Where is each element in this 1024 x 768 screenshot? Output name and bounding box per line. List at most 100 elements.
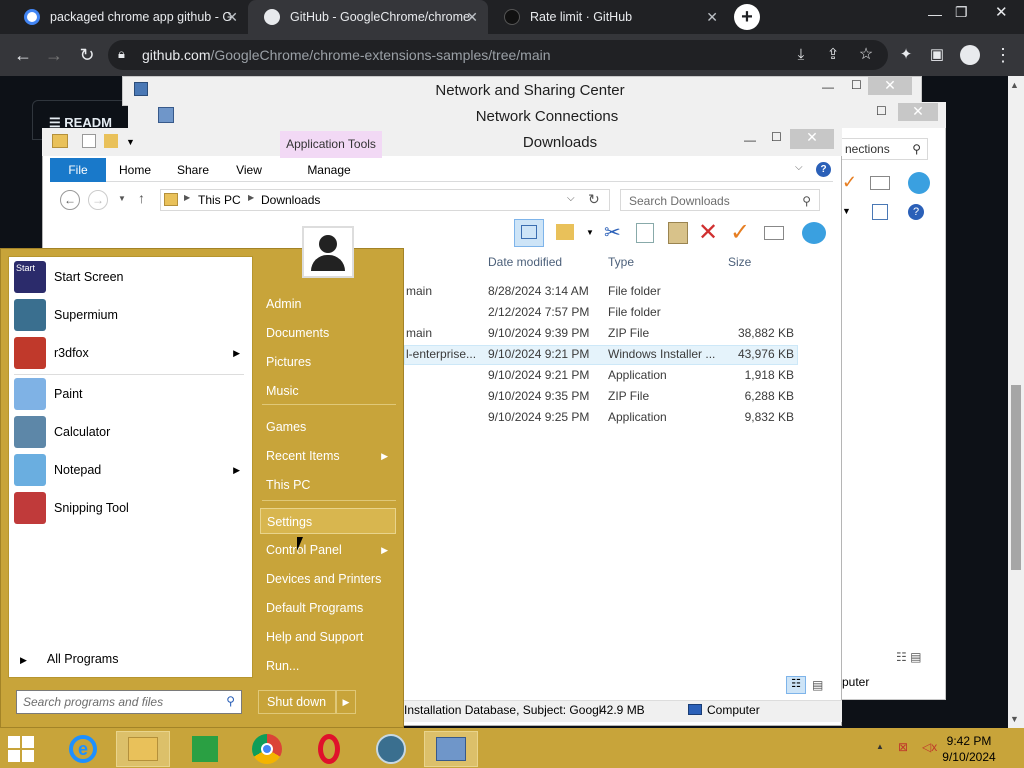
taskbar-file-explorer[interactable] <box>116 731 170 767</box>
program-item[interactable]: Snipping Tool <box>10 490 252 526</box>
taskbar-store[interactable] <box>178 731 232 767</box>
tab-search[interactable]: packaged chrome app github - G ✕ <box>8 0 248 34</box>
side-panel-icon[interactable]: ▣ <box>926 44 948 66</box>
close-icon[interactable]: ✕ <box>226 9 238 26</box>
tray-expand-icon[interactable]: ▲ <box>876 742 884 751</box>
column-size[interactable]: Size <box>728 255 751 269</box>
details-view-icon[interactable]: ☷ ▤ <box>896 650 921 664</box>
maximize-icon[interactable]: ☐ <box>851 78 862 92</box>
help-icon[interactable]: ? <box>908 204 924 220</box>
close-icon[interactable]: ✕ <box>995 3 1008 21</box>
tab-manage[interactable]: Manage <box>296 158 362 182</box>
cut-icon[interactable]: ✂ <box>604 220 621 245</box>
rename-icon[interactable] <box>764 226 784 240</box>
start-link-help-and-support[interactable]: Help and Support <box>260 624 396 650</box>
start-link-music[interactable]: Music <box>260 378 396 404</box>
delete-icon[interactable]: ✕ <box>698 218 718 247</box>
start-link-documents[interactable]: Documents <box>260 320 396 346</box>
start-link-admin[interactable]: Admin <box>260 291 396 317</box>
quick-access-dropdown-icon[interactable]: ▼ <box>126 137 135 147</box>
large-icons-view-icon[interactable]: ▤ <box>812 678 823 692</box>
tab-github[interactable]: GitHub - GoogleChrome/chrome- ✕ <box>248 0 488 34</box>
close-button[interactable]: ✕ <box>790 129 834 149</box>
start-link-pictures[interactable]: Pictures <box>260 349 396 375</box>
search-input[interactable]: Search Downloads ⚲ <box>620 189 820 211</box>
user-avatar[interactable] <box>302 226 354 278</box>
start-link-control-panel[interactable]: Control Panel ▶ <box>260 537 396 563</box>
shutdown-button[interactable]: Shut down <box>258 690 336 714</box>
bookmark-star-icon[interactable]: ☆ <box>855 44 877 66</box>
install-icon[interactable]: ⤓ <box>790 44 812 66</box>
extensions-icon[interactable]: ✦ <box>895 44 917 66</box>
tab-rate-limit[interactable]: Rate limit · GitHub ✕ <box>488 0 728 34</box>
column-type[interactable]: Type <box>608 255 634 269</box>
maximize-icon[interactable]: ☐ <box>771 130 782 144</box>
share-icon[interactable]: ⇪ <box>822 44 844 66</box>
start-link-recent-items[interactable]: Recent Items ▶ <box>260 443 396 469</box>
properties-icon[interactable] <box>82 134 96 148</box>
program-item[interactable]: Start Start Screen <box>10 259 252 295</box>
view-icon[interactable] <box>872 204 888 220</box>
taskbar-chrome[interactable] <box>240 731 294 767</box>
close-button[interactable]: ✕ <box>868 77 912 95</box>
shutdown-options-icon[interactable]: ▶ <box>336 690 356 714</box>
start-search-input[interactable]: Search programs and files ⚲ <box>16 690 242 714</box>
all-programs-button[interactable]: ▶ All Programs <box>10 652 250 674</box>
check-icon[interactable]: ✓ <box>730 218 750 247</box>
start-link-settings[interactable]: Settings <box>260 508 396 534</box>
dropdown-icon[interactable]: ▼ <box>842 206 851 216</box>
tab-view[interactable]: View <box>226 158 272 182</box>
back-icon[interactable]: ← <box>12 44 34 66</box>
network-error-icon[interactable]: ⊠ <box>898 740 914 756</box>
close-icon[interactable]: ✕ <box>466 9 478 26</box>
up-icon[interactable]: ↑ <box>138 190 145 206</box>
start-link-this-pc[interactable]: This PC <box>260 472 396 498</box>
close-icon[interactable]: ✕ <box>706 9 718 26</box>
lock-icon[interactable]: 🔒︎ <box>118 46 125 62</box>
tab-file[interactable]: File <box>50 158 106 182</box>
recent-dropdown-icon[interactable]: ▼ <box>118 194 126 203</box>
column-date-modified[interactable]: Date modified <box>488 255 562 269</box>
copy-icon[interactable] <box>636 223 654 243</box>
scrollbar-thumb[interactable] <box>1011 385 1021 570</box>
forward-icon[interactable]: → <box>88 190 108 210</box>
dropdown-icon[interactable]: ▼ <box>586 228 594 237</box>
taskbar-network[interactable] <box>424 731 478 767</box>
expand-ribbon-icon[interactable]: ⌵ <box>795 162 803 173</box>
preview-pane-button[interactable] <box>514 219 544 247</box>
program-item[interactable]: Notepad ▶ <box>10 452 252 488</box>
diagnose-icon[interactable] <box>908 172 930 194</box>
breadcrumb-this-pc[interactable]: This PC <box>198 193 241 207</box>
address-dropdown-icon[interactable]: ⌵ <box>567 193 575 204</box>
back-icon[interactable]: ← <box>60 190 80 210</box>
program-item[interactable]: Paint <box>10 376 252 412</box>
search-input[interactable]: nections ⚲ <box>840 138 928 160</box>
rename-icon[interactable] <box>870 176 890 190</box>
file-row[interactable] <box>404 282 798 302</box>
restore-icon[interactable]: ❐ <box>955 4 968 21</box>
new-folder-icon[interactable] <box>104 134 118 148</box>
start-link-default-programs[interactable]: Default Programs <box>260 595 396 621</box>
reload-icon[interactable]: ↻ <box>76 44 98 66</box>
clock[interactable]: 9:42 PM 9/10/2024 <box>930 733 1008 765</box>
program-item[interactable]: Supermium <box>10 297 252 333</box>
maximize-icon[interactable]: ☐ <box>876 104 887 118</box>
file-row[interactable] <box>404 303 798 323</box>
start-link-run[interactable]: Run... <box>260 653 396 679</box>
paste-icon[interactable] <box>668 222 688 244</box>
move-to-icon[interactable] <box>556 224 574 240</box>
forward-icon[interactable]: → <box>43 44 65 66</box>
start-link-devices-and-printers[interactable]: Devices and Printers <box>260 566 396 592</box>
minimize-icon[interactable]: — <box>744 133 756 147</box>
profile-avatar[interactable] <box>960 45 980 65</box>
minimize-icon[interactable]: — <box>822 80 834 94</box>
check-icon[interactable]: ✓ <box>842 172 858 192</box>
taskbar-opera[interactable] <box>302 731 356 767</box>
breadcrumb-downloads[interactable]: Downloads <box>261 193 320 207</box>
start-link-games[interactable]: Games <box>260 414 396 440</box>
close-button[interactable]: ✕ <box>898 103 938 121</box>
help-icon[interactable]: ? <box>816 162 831 177</box>
tab-share[interactable]: Share <box>170 158 216 182</box>
details-view-icon[interactable]: ☷ <box>786 676 806 694</box>
taskbar-ie[interactable]: e <box>56 731 110 767</box>
